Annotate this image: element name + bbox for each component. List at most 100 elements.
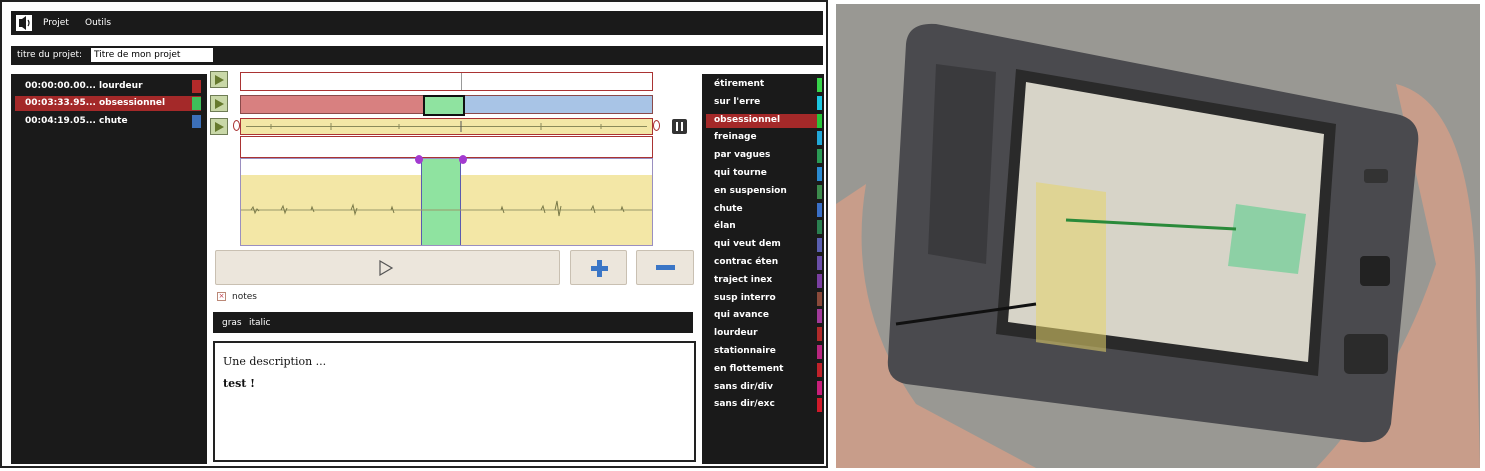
play-track-3-button[interactable] <box>210 118 228 135</box>
mood-item[interactable]: sans dir/exc <box>706 398 822 413</box>
mood-label: en flottement <box>714 363 784 374</box>
mood-label: étirement <box>714 79 765 89</box>
mood-item[interactable]: élan <box>706 220 822 235</box>
mood-color-swatch <box>817 327 822 342</box>
mood-label: qui veut dem <box>714 239 781 250</box>
menu-item-outils[interactable]: Outils <box>85 18 111 28</box>
segment-timeline[interactable] <box>240 95 653 116</box>
mood-item[interactable]: par vagues <box>706 149 822 164</box>
mood-item[interactable]: susp interro <box>706 291 822 306</box>
zoom-right-handle[interactable] <box>653 120 660 131</box>
mood-color-swatch <box>817 78 822 92</box>
segment-label: chute <box>99 116 128 126</box>
mood-color-swatch <box>817 202 822 217</box>
mood-label: qui tourne <box>714 168 767 178</box>
zoom-selection-left-handle[interactable] <box>415 155 423 164</box>
segment-label: obsessionnel <box>99 98 166 108</box>
description-editor[interactable]: Une description ... test ! <box>213 341 696 462</box>
bold-button[interactable]: gras <box>222 318 242 328</box>
mood-color-swatch <box>817 398 822 413</box>
mood-item[interactable]: contrac éten <box>706 256 822 270</box>
app-window: Projet Outils titre du projet: 00:00:00.… <box>0 0 828 468</box>
play-track-1-button[interactable] <box>210 71 228 88</box>
waveform-overview-graph <box>246 121 647 132</box>
segment-item[interactable]: 00:00:00.00... lourdeur <box>15 79 201 94</box>
mood-item[interactable]: en flottement <box>706 362 822 377</box>
notes-checkbox[interactable]: × <box>217 292 226 301</box>
minus-icon <box>656 265 675 270</box>
mood-item[interactable]: stationnaire <box>706 345 822 359</box>
waveform-zoom-view[interactable] <box>240 155 653 246</box>
zoom-selection-right-handle[interactable] <box>459 155 467 164</box>
segment-list: 00:00:00.00... lourdeur 00:03:33.95... o… <box>11 74 207 464</box>
mood-label: lourdeur <box>714 328 758 339</box>
play-button[interactable] <box>215 250 560 285</box>
project-title-label: titre du projet: <box>17 50 83 60</box>
mood-item[interactable]: obsessionnel <box>706 113 822 128</box>
mood-color-swatch <box>817 345 822 359</box>
mood-color-swatch <box>817 291 822 306</box>
mood-item[interactable]: en suspension <box>706 184 822 199</box>
mood-label: contrac éten <box>714 257 779 267</box>
segment-color-swatch <box>192 115 201 128</box>
play-track-2-button[interactable] <box>210 95 228 112</box>
mood-color-swatch <box>817 273 822 288</box>
italic-button[interactable]: italic <box>249 318 271 328</box>
mood-color-swatch <box>817 167 822 181</box>
mood-item[interactable]: qui veut dem <box>706 238 822 253</box>
mood-label: freinage <box>714 132 757 143</box>
segment-color-swatch <box>192 80 201 93</box>
segment-time: 00:00:00.00... <box>25 81 96 91</box>
segment-label: lourdeur <box>99 81 143 91</box>
remove-segment-button[interactable] <box>636 250 694 285</box>
mood-color-swatch <box>817 131 822 146</box>
mood-label: sans dir/div <box>714 381 773 392</box>
mood-item[interactable]: sur l'erre <box>706 95 822 110</box>
mood-item[interactable]: qui avance <box>706 309 822 324</box>
project-title-input[interactable] <box>91 48 213 62</box>
app-logo-icon <box>16 15 32 31</box>
zoom-left-handle[interactable] <box>233 120 240 131</box>
zoom-annotation-track[interactable] <box>240 136 653 158</box>
mood-label: traject inex <box>714 274 773 285</box>
selected-segment-block[interactable] <box>423 95 465 116</box>
playhead <box>461 73 462 90</box>
mood-color-swatch <box>817 238 822 253</box>
notes-label: notes <box>232 292 257 302</box>
mood-item[interactable]: freinage <box>706 131 822 146</box>
mood-label: chute <box>714 203 743 214</box>
mood-palette: étirement sur l'erre obsessionnel freinage p… <box>702 74 824 464</box>
menu-item-projet[interactable]: Projet <box>43 18 69 28</box>
waveform-overview[interactable] <box>240 118 653 135</box>
annotation-track[interactable] <box>240 72 653 91</box>
editor-line-2: test ! <box>223 377 256 390</box>
pda-photo <box>836 4 1480 468</box>
split-icon[interactable] <box>672 119 687 134</box>
mood-item[interactable]: traject inex <box>706 273 822 288</box>
mood-item[interactable]: lourdeur <box>706 327 822 342</box>
mood-item[interactable]: sans dir/div <box>706 380 822 395</box>
segment-color-swatch <box>192 97 201 110</box>
mood-label: élan <box>714 221 736 232</box>
mood-label: stationnaire <box>714 346 776 356</box>
segment-time: 00:03:33.95... <box>25 98 96 108</box>
add-segment-button[interactable] <box>570 250 627 285</box>
mood-label: susp interro <box>714 292 776 303</box>
mood-color-swatch <box>817 309 822 324</box>
mood-label: qui avance <box>714 310 769 321</box>
mood-color-swatch <box>817 362 822 377</box>
segment-item-selected[interactable]: 00:03:33.95... obsessionnel <box>15 96 201 111</box>
mood-color-swatch <box>817 184 822 199</box>
format-toolbar: gras italic <box>213 312 693 333</box>
notes-toggle[interactable]: × notes <box>217 292 257 302</box>
mood-item[interactable]: chute <box>706 202 822 217</box>
mood-label: sur l'erre <box>714 96 761 107</box>
mood-label: par vagues <box>714 150 771 161</box>
plus-icon <box>591 260 608 277</box>
waveform-zoom-graph <box>241 200 652 217</box>
play-icon <box>379 260 394 276</box>
mood-item[interactable]: étirement <box>706 78 822 92</box>
mood-item[interactable]: qui tourne <box>706 167 822 181</box>
mood-color-swatch <box>817 113 822 128</box>
segment-item[interactable]: 00:04:19.05... chute <box>15 114 201 129</box>
